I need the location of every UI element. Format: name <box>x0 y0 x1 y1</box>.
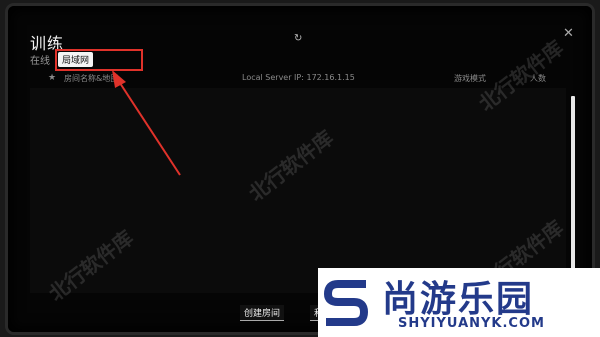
brand-name: 尚游乐园 <box>382 279 535 320</box>
brand-url: SHYIYUANYK.COM <box>398 316 545 331</box>
brand-logo-icon <box>324 280 368 326</box>
brand-banner: 尚游乐园 SHYIYUANYK.COM <box>318 268 600 337</box>
